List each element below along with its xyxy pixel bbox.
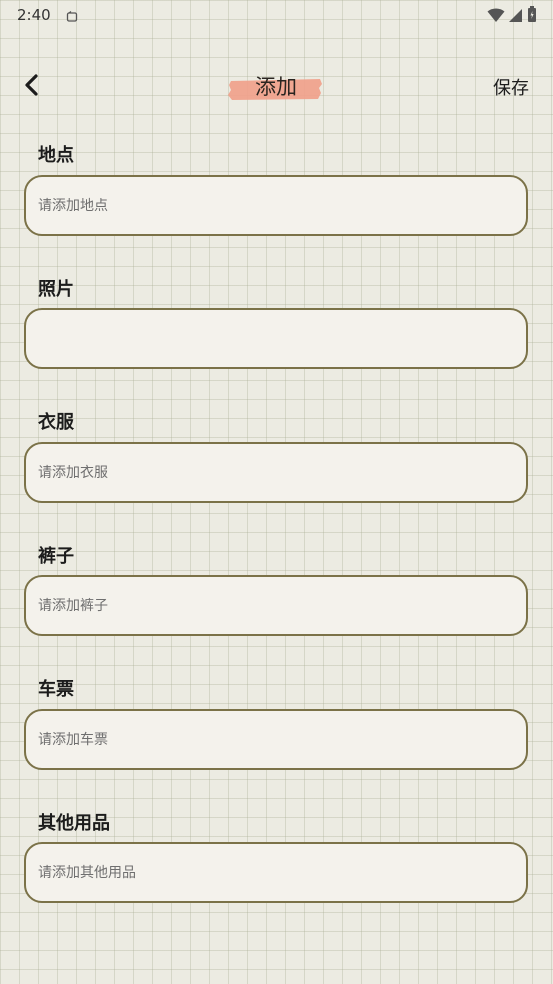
save-button[interactable]: 保存 bbox=[493, 74, 529, 100]
photo-field-box[interactable] bbox=[24, 308, 528, 369]
location-label: 地点 bbox=[38, 145, 74, 166]
other-items-label: 其他用品 bbox=[38, 813, 110, 834]
clothes-field-box bbox=[24, 442, 528, 503]
header: 添加 保存 bbox=[0, 60, 553, 112]
clothes-label: 衣服 bbox=[38, 412, 74, 433]
location-field-box bbox=[24, 175, 528, 236]
notification-icon bbox=[66, 8, 78, 22]
status-bar: 2:40 bbox=[0, 0, 553, 30]
page-title: 添加 bbox=[255, 75, 297, 99]
chevron-left-icon bbox=[18, 74, 48, 104]
photo-label: 照片 bbox=[38, 279, 74, 300]
status-icons bbox=[487, 6, 537, 27]
back-button[interactable] bbox=[18, 70, 48, 100]
location-input[interactable] bbox=[38, 177, 518, 234]
pants-label: 裤子 bbox=[38, 546, 74, 567]
ticket-field-box bbox=[24, 709, 528, 770]
ticket-label: 车票 bbox=[38, 679, 74, 700]
pants-field-box bbox=[24, 575, 528, 636]
other-items-field-box bbox=[24, 842, 528, 903]
wifi-icon bbox=[487, 7, 505, 27]
ticket-input[interactable] bbox=[38, 711, 518, 768]
signal-icon bbox=[509, 7, 523, 27]
status-time: 2:40 bbox=[17, 6, 51, 24]
other-items-input[interactable] bbox=[38, 844, 518, 901]
title-wrap: 添加 bbox=[226, 70, 326, 104]
photo-input[interactable] bbox=[38, 310, 518, 367]
battery-icon bbox=[527, 6, 537, 27]
pants-input[interactable] bbox=[38, 577, 518, 634]
clothes-input[interactable] bbox=[38, 444, 518, 501]
